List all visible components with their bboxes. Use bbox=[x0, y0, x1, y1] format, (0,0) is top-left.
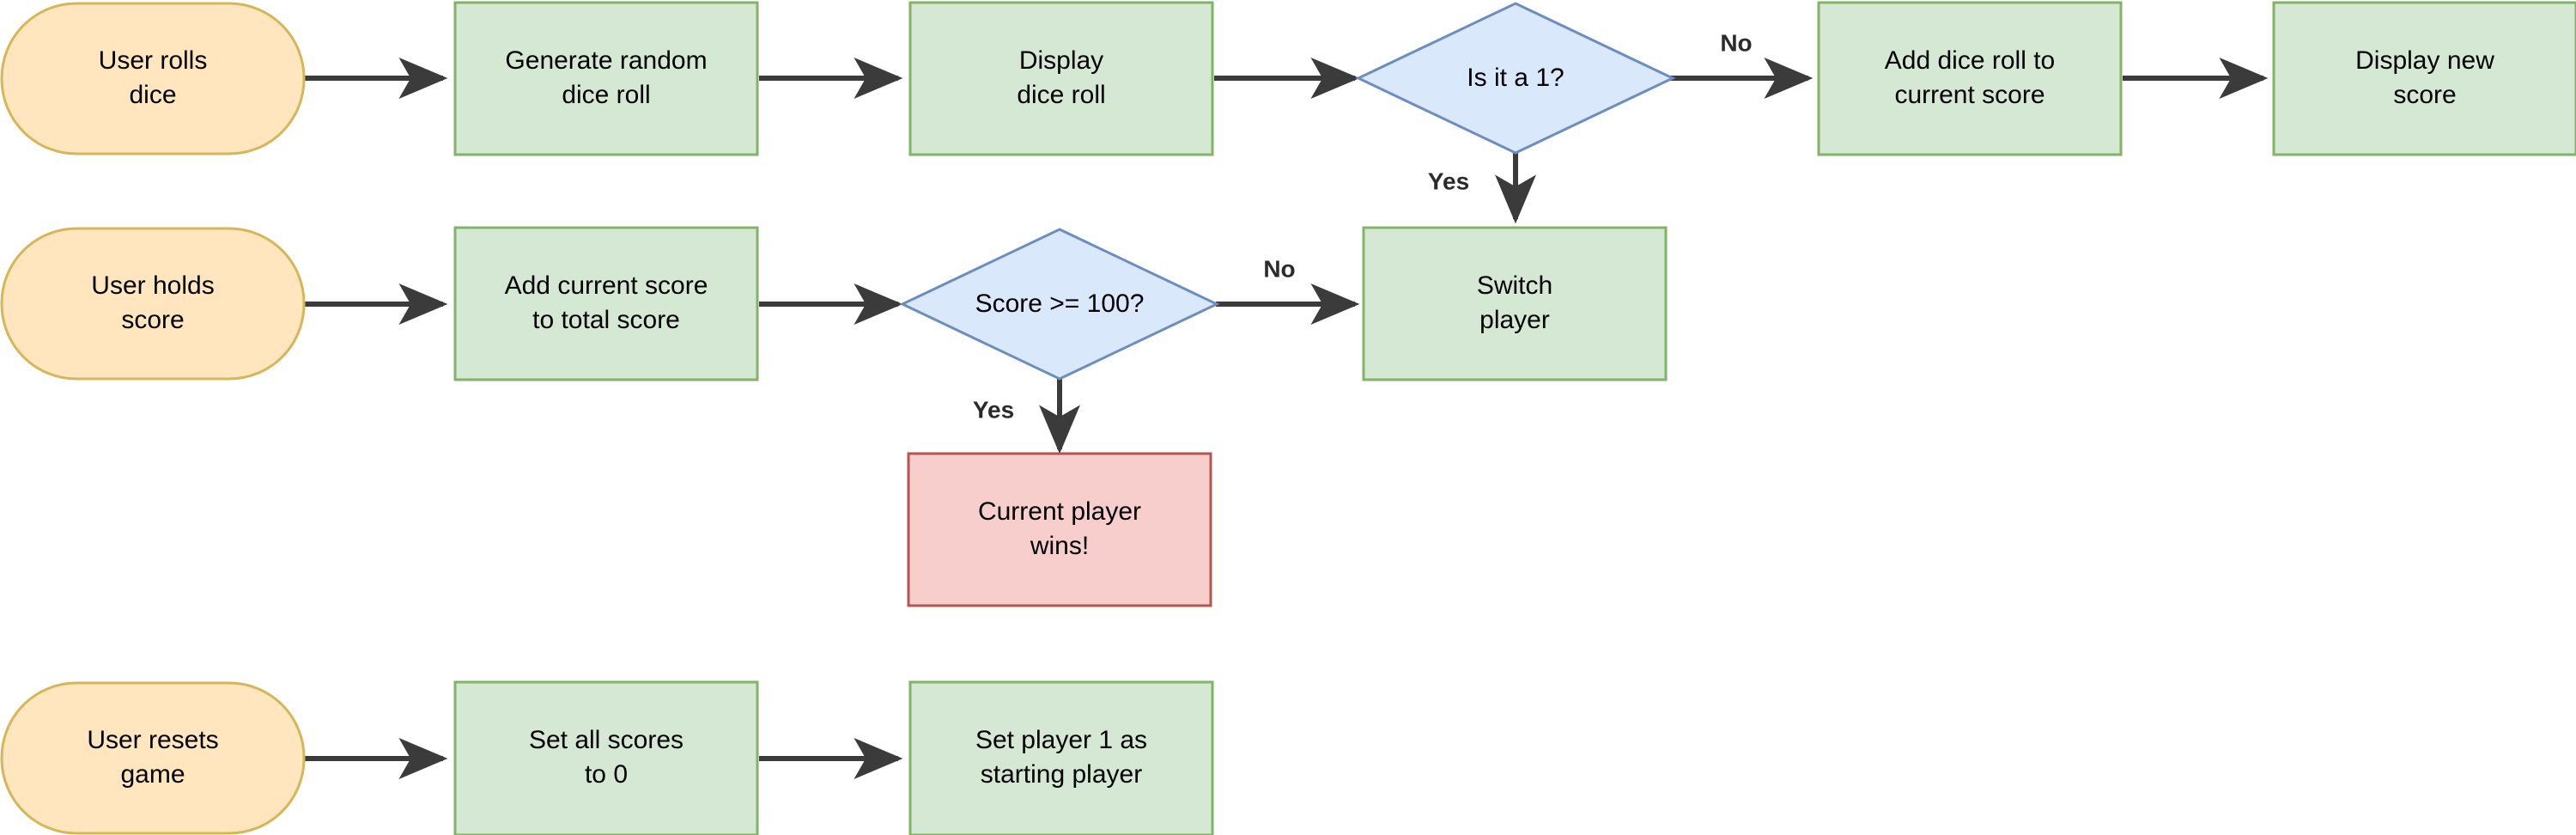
node-generate-random-dice-roll-line1: Generate random bbox=[505, 46, 707, 75]
edge-label-score-gte-100-no: No bbox=[1263, 255, 1295, 282]
node-display-dice-roll-line2: dice roll bbox=[1017, 81, 1105, 109]
node-set-all-scores-to-0-line1: Set all scores bbox=[529, 726, 683, 754]
edge-decision1-no-to-add-dice-roll: No bbox=[1668, 29, 1814, 99]
node-current-player-wins[interactable]: Current player wins! bbox=[907, 452, 1212, 607]
node-user-holds-score[interactable]: User holds score bbox=[0, 227, 306, 381]
node-set-player-1-as-starting-player-line1: Set player 1 as bbox=[975, 726, 1147, 754]
node-score-gte-100[interactable]: Score >= 100? bbox=[899, 228, 1220, 381]
edge-label-score-gte-100-yes: Yes bbox=[973, 396, 1014, 423]
node-user-holds-score-line1: User holds bbox=[91, 271, 214, 300]
node-user-rolls-dice[interactable]: User rolls dice bbox=[0, 2, 306, 155]
edge-decision1-yes-to-switch-player: Yes bbox=[1428, 148, 1536, 224]
node-display-dice-roll-line1: Display bbox=[1019, 46, 1103, 75]
node-user-resets-game-line2: game bbox=[120, 760, 185, 789]
node-add-current-score-to-total-score[interactable]: Add current score to total score bbox=[453, 226, 759, 381]
edge-decision2-yes-to-current-player-wins: Yes bbox=[973, 376, 1080, 454]
flowchart-canvas: No Yes No Yes User rolls dice Generate r… bbox=[0, 0, 2576, 835]
node-generate-random-dice-roll[interactable]: Generate random dice roll bbox=[453, 1, 759, 156]
node-is-it-a-1[interactable]: Is it a 1? bbox=[1355, 2, 1676, 155]
edge-decision2-no-to-switch-player: No bbox=[1216, 255, 1360, 325]
node-current-player-wins-line1: Current player bbox=[978, 497, 1141, 526]
node-set-all-scores-to-0-line2: to 0 bbox=[585, 760, 628, 789]
node-switch-player-line1: Switch bbox=[1477, 271, 1552, 300]
node-add-current-score-to-total-score-line2: to total score bbox=[532, 306, 680, 334]
node-display-new-score[interactable]: Display new score bbox=[2272, 1, 2576, 156]
node-score-gte-100-label: Score >= 100? bbox=[975, 290, 1145, 318]
node-display-new-score-line2: score bbox=[2393, 81, 2456, 109]
node-user-rolls-dice-line2: dice bbox=[129, 81, 176, 109]
node-set-player-1-as-starting-player-line2: starting player bbox=[981, 760, 1142, 789]
node-switch-player[interactable]: Switch player bbox=[1362, 226, 1668, 381]
node-user-resets-game[interactable]: User resets game bbox=[0, 681, 306, 835]
edge-label-is-it-a-1-yes: Yes bbox=[1428, 168, 1469, 194]
edge-label-is-it-a-1-no: No bbox=[1720, 29, 1752, 56]
node-add-dice-roll-to-current-score[interactable]: Add dice roll to current score bbox=[1817, 1, 2123, 156]
node-switch-player-line2: player bbox=[1479, 306, 1550, 334]
node-generate-random-dice-roll-line2: dice roll bbox=[562, 81, 650, 109]
node-add-dice-roll-to-current-score-line2: current score bbox=[1894, 81, 2044, 109]
node-user-rolls-dice-line1: User rolls bbox=[99, 46, 208, 75]
node-is-it-a-1-label: Is it a 1? bbox=[1467, 64, 1564, 92]
node-add-dice-roll-to-current-score-line1: Add dice roll to bbox=[1885, 46, 2055, 75]
node-display-new-score-line1: Display new bbox=[2355, 46, 2494, 75]
node-current-player-wins-line2: wins! bbox=[1030, 532, 1089, 560]
node-add-current-score-to-total-score-line1: Add current score bbox=[505, 271, 708, 300]
node-user-holds-score-line2: score bbox=[121, 306, 184, 334]
node-set-player-1-as-starting-player[interactable]: Set player 1 as starting player bbox=[908, 680, 1214, 835]
node-display-dice-roll[interactable]: Display dice roll bbox=[908, 1, 1214, 156]
node-set-all-scores-to-0[interactable]: Set all scores to 0 bbox=[453, 680, 759, 835]
node-user-resets-game-line1: User resets bbox=[87, 726, 218, 754]
